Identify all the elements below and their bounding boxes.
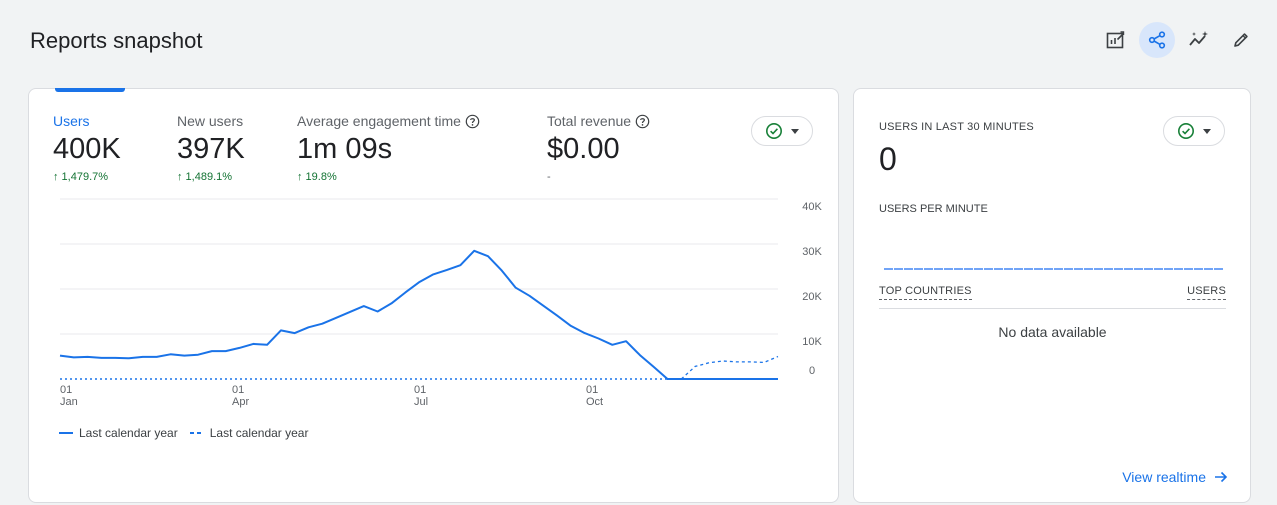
- customize-report-icon: [1106, 31, 1125, 49]
- dropdown-arrow-icon: [1203, 128, 1211, 134]
- share-button[interactable]: [1139, 22, 1175, 58]
- edit-icon: [1234, 33, 1248, 47]
- page-title: Reports snapshot: [30, 28, 203, 53]
- x-tick-month: Jul: [414, 396, 428, 408]
- x-tick-month: Apr: [232, 396, 249, 408]
- table-divider: [879, 308, 1226, 309]
- arrow-right-icon: [1215, 471, 1228, 483]
- users-line-chart: 40K30K20K10K001Jan01Apr01Jul01Oct: [59, 198, 822, 408]
- overview-card: Users 400K ↑ 1,479.7% New users 397K ↑ 1…: [28, 88, 839, 503]
- edit-button[interactable]: [1223, 22, 1259, 58]
- insights-button[interactable]: [1181, 22, 1217, 58]
- y-tick-label: 30K: [802, 246, 822, 258]
- realtime-title: USERS IN LAST 30 MINUTES: [879, 121, 1034, 133]
- column-header-countries[interactable]: TOP COUNTRIES: [879, 285, 972, 300]
- series-line-dashed: [680, 355, 779, 380]
- share-icon: [1148, 31, 1166, 49]
- legend-swatch-solid: [59, 432, 73, 434]
- y-tick-label: 10K: [802, 336, 822, 348]
- y-tick-label: 40K: [802, 201, 822, 213]
- y-tick-label: 0: [809, 365, 815, 377]
- check-circle-icon: [1178, 123, 1194, 139]
- users-per-minute-label: USERS PER MINUTE: [879, 203, 988, 215]
- x-tick-day: 01: [414, 384, 426, 396]
- x-tick-month: Jan: [60, 396, 78, 408]
- insights-icon: [1189, 31, 1208, 46]
- view-realtime-label: View realtime: [1122, 469, 1206, 485]
- y-tick-label: 20K: [802, 291, 822, 303]
- report-toolbar: [1097, 22, 1259, 58]
- x-tick-day: 01: [232, 384, 244, 396]
- users-per-minute-bars: [884, 268, 1224, 270]
- realtime-user-count: 0: [879, 141, 897, 177]
- legend-swatch-dashed: [189, 432, 204, 434]
- legend-label-solid: Last calendar year: [79, 426, 178, 440]
- chart-legend: Last calendar year Last calendar year: [59, 426, 308, 440]
- column-header-users[interactable]: USERS: [1187, 285, 1226, 300]
- realtime-compare-dropdown[interactable]: [1163, 116, 1225, 146]
- x-tick-day: 01: [586, 384, 598, 396]
- no-data-message: No data available: [998, 324, 1107, 340]
- x-tick-month: Oct: [586, 396, 603, 408]
- view-realtime-link[interactable]: View realtime: [1122, 469, 1228, 485]
- x-tick-day: 01: [60, 384, 72, 396]
- series-line-solid: [59, 249, 778, 380]
- realtime-card: USERS IN LAST 30 MINUTES 0 USERS PER MIN…: [853, 88, 1251, 503]
- legend-label-dashed: Last calendar year: [209, 426, 309, 440]
- customize-report-button[interactable]: [1097, 22, 1133, 58]
- top-countries-header: TOP COUNTRIES USERS: [879, 285, 1226, 300]
